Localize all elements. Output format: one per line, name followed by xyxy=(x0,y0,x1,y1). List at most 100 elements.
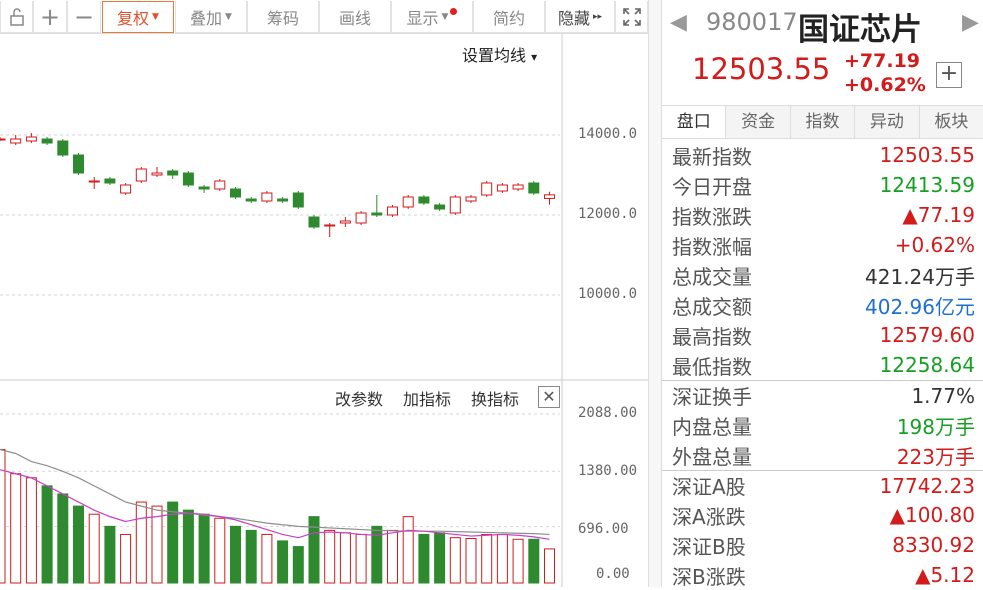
tab-pankou[interactable]: 盘口 xyxy=(662,106,727,138)
quote-tabs: 盘口 资金 指数 异动 板块 xyxy=(662,105,983,139)
draw-line-button[interactable]: 画线 xyxy=(319,1,391,33)
edit-params-link[interactable]: 改参数 xyxy=(335,386,383,410)
volume-bar xyxy=(261,533,273,584)
close-indicator-button[interactable]: ✕ xyxy=(538,386,560,408)
tab-movement[interactable]: 异动 xyxy=(855,106,920,138)
ma-settings-dropdown[interactable]: 设置均线 ▾ xyxy=(462,42,537,66)
volume-bar xyxy=(182,509,194,584)
stat-label: 深B涨跌 xyxy=(672,564,746,589)
tab-funds[interactable]: 资金 xyxy=(726,106,791,138)
volume-bar xyxy=(41,485,53,584)
candle-body xyxy=(418,196,430,204)
plus-icon: + xyxy=(39,2,61,31)
candle-body xyxy=(402,196,414,208)
add-indicator-link[interactable]: 加指标 xyxy=(403,386,451,410)
volume-bar xyxy=(135,501,147,584)
candle-body xyxy=(465,196,477,202)
kline-chart-area[interactable] xyxy=(0,34,648,587)
candle-body xyxy=(73,154,84,174)
stat-label: 指数涨幅 xyxy=(672,234,752,259)
candle-body xyxy=(292,192,304,208)
candle-body xyxy=(387,206,398,216)
candle-body xyxy=(496,184,508,192)
next-stock-icon[interactable]: ▶ xyxy=(962,10,979,35)
stat-label: 深证换手 xyxy=(672,385,752,409)
display-dropdown[interactable]: 显示 ▼ xyxy=(391,1,473,33)
stat-label: 总成交额 xyxy=(672,294,752,319)
volume-bar xyxy=(10,473,22,584)
zoom-out-button[interactable]: − xyxy=(67,1,101,33)
volume-bar xyxy=(245,529,257,584)
candle-body xyxy=(434,204,446,210)
lock-button[interactable] xyxy=(0,1,33,33)
stat-value: 12503.55 xyxy=(879,143,975,167)
chevron-down-icon: ▼ xyxy=(152,12,159,22)
candle-body xyxy=(151,172,163,176)
stat-label: 指数涨跌 xyxy=(672,204,752,229)
volume-bar xyxy=(387,529,398,584)
candle-body xyxy=(57,140,69,156)
stat-row: 最低指数 12258.64 xyxy=(662,350,983,380)
stat-row: 最高指数 12579.60 xyxy=(662,320,983,350)
volume-tick-label: 1380.00 xyxy=(578,463,638,479)
volume-bar xyxy=(544,548,555,584)
last-price: 12503.55 xyxy=(692,52,831,86)
candle-body xyxy=(25,136,37,142)
stat-value: 12258.64 xyxy=(879,353,975,377)
candle-body xyxy=(324,224,336,227)
fullscreen-button[interactable] xyxy=(615,1,648,33)
volume-bar xyxy=(339,532,351,584)
kline-chart-svg[interactable] xyxy=(0,34,648,587)
stat-value: 12579.60 xyxy=(879,323,975,347)
candle-body xyxy=(371,212,383,216)
ma-settings-label: 设置均线 xyxy=(462,46,527,65)
switch-indicator-link[interactable]: 换指标 xyxy=(471,386,519,410)
stat-value: ▲100.80 xyxy=(889,503,975,527)
candle-body xyxy=(308,216,320,228)
stat-value: 17742.23 xyxy=(879,473,975,498)
candle-body xyxy=(104,178,116,184)
volume-tick-label: 0.00 xyxy=(596,566,630,582)
candle-body xyxy=(449,196,461,214)
tab-sector[interactable]: 板块 xyxy=(919,106,983,138)
hide-button[interactable]: 隐藏 ▸▸ xyxy=(545,1,615,33)
add-watchlist-button[interactable]: + xyxy=(936,62,962,88)
tab-index[interactable]: 指数 xyxy=(790,106,856,138)
stat-row: 内盘总量 198万手 xyxy=(662,410,983,440)
overlay-dropdown[interactable]: 叠加 ▼ xyxy=(175,1,247,33)
zoom-in-button[interactable]: + xyxy=(33,1,67,33)
draw-line-label: 画线 xyxy=(338,8,371,28)
fuquan-dropdown[interactable]: 复权 ▼ xyxy=(102,1,174,33)
candle-body xyxy=(214,180,226,190)
panel-divider[interactable] xyxy=(648,0,662,587)
candle-body xyxy=(88,180,100,183)
chevron-down-icon: ▼ xyxy=(441,11,449,22)
stat-value: +0.62% xyxy=(894,233,975,257)
stat-row: 今日开盘 12413.59 xyxy=(662,170,983,200)
prev-stock-icon[interactable]: ◀ xyxy=(670,10,687,35)
display-label: 显示 xyxy=(406,8,439,28)
chart-toolbar: + − 复权 ▼ 叠加 ▼ 筹码 画线 显示 ▼ 简约 隐藏 ▸▸ xyxy=(0,0,648,34)
close-icon: ✕ xyxy=(542,387,556,406)
stat-label: 深A涨跌 xyxy=(672,504,746,529)
chips-button[interactable]: 筹码 xyxy=(247,1,319,33)
stat-value: 223万手 xyxy=(896,444,975,469)
plus-icon: + xyxy=(939,61,959,86)
stat-value: 1.77% xyxy=(911,383,975,408)
price-change-pct: +0.62% xyxy=(844,74,926,96)
volume-bar xyxy=(355,533,367,584)
volume-bar xyxy=(512,538,524,584)
volume-bar xyxy=(230,525,241,584)
volume-bar xyxy=(151,505,163,584)
volume-bar xyxy=(418,533,430,584)
candle-body xyxy=(261,192,273,202)
candle-body xyxy=(544,194,555,199)
volume-bar xyxy=(120,533,132,584)
fullscreen-icon xyxy=(622,7,641,26)
stat-label: 内盘总量 xyxy=(672,414,752,439)
volume-bar xyxy=(481,533,493,584)
simple-button[interactable]: 简约 xyxy=(473,1,545,33)
chevron-down-icon: ▾ xyxy=(531,50,538,64)
notification-dot-icon xyxy=(450,8,458,15)
hide-label: 隐藏 xyxy=(557,8,590,28)
